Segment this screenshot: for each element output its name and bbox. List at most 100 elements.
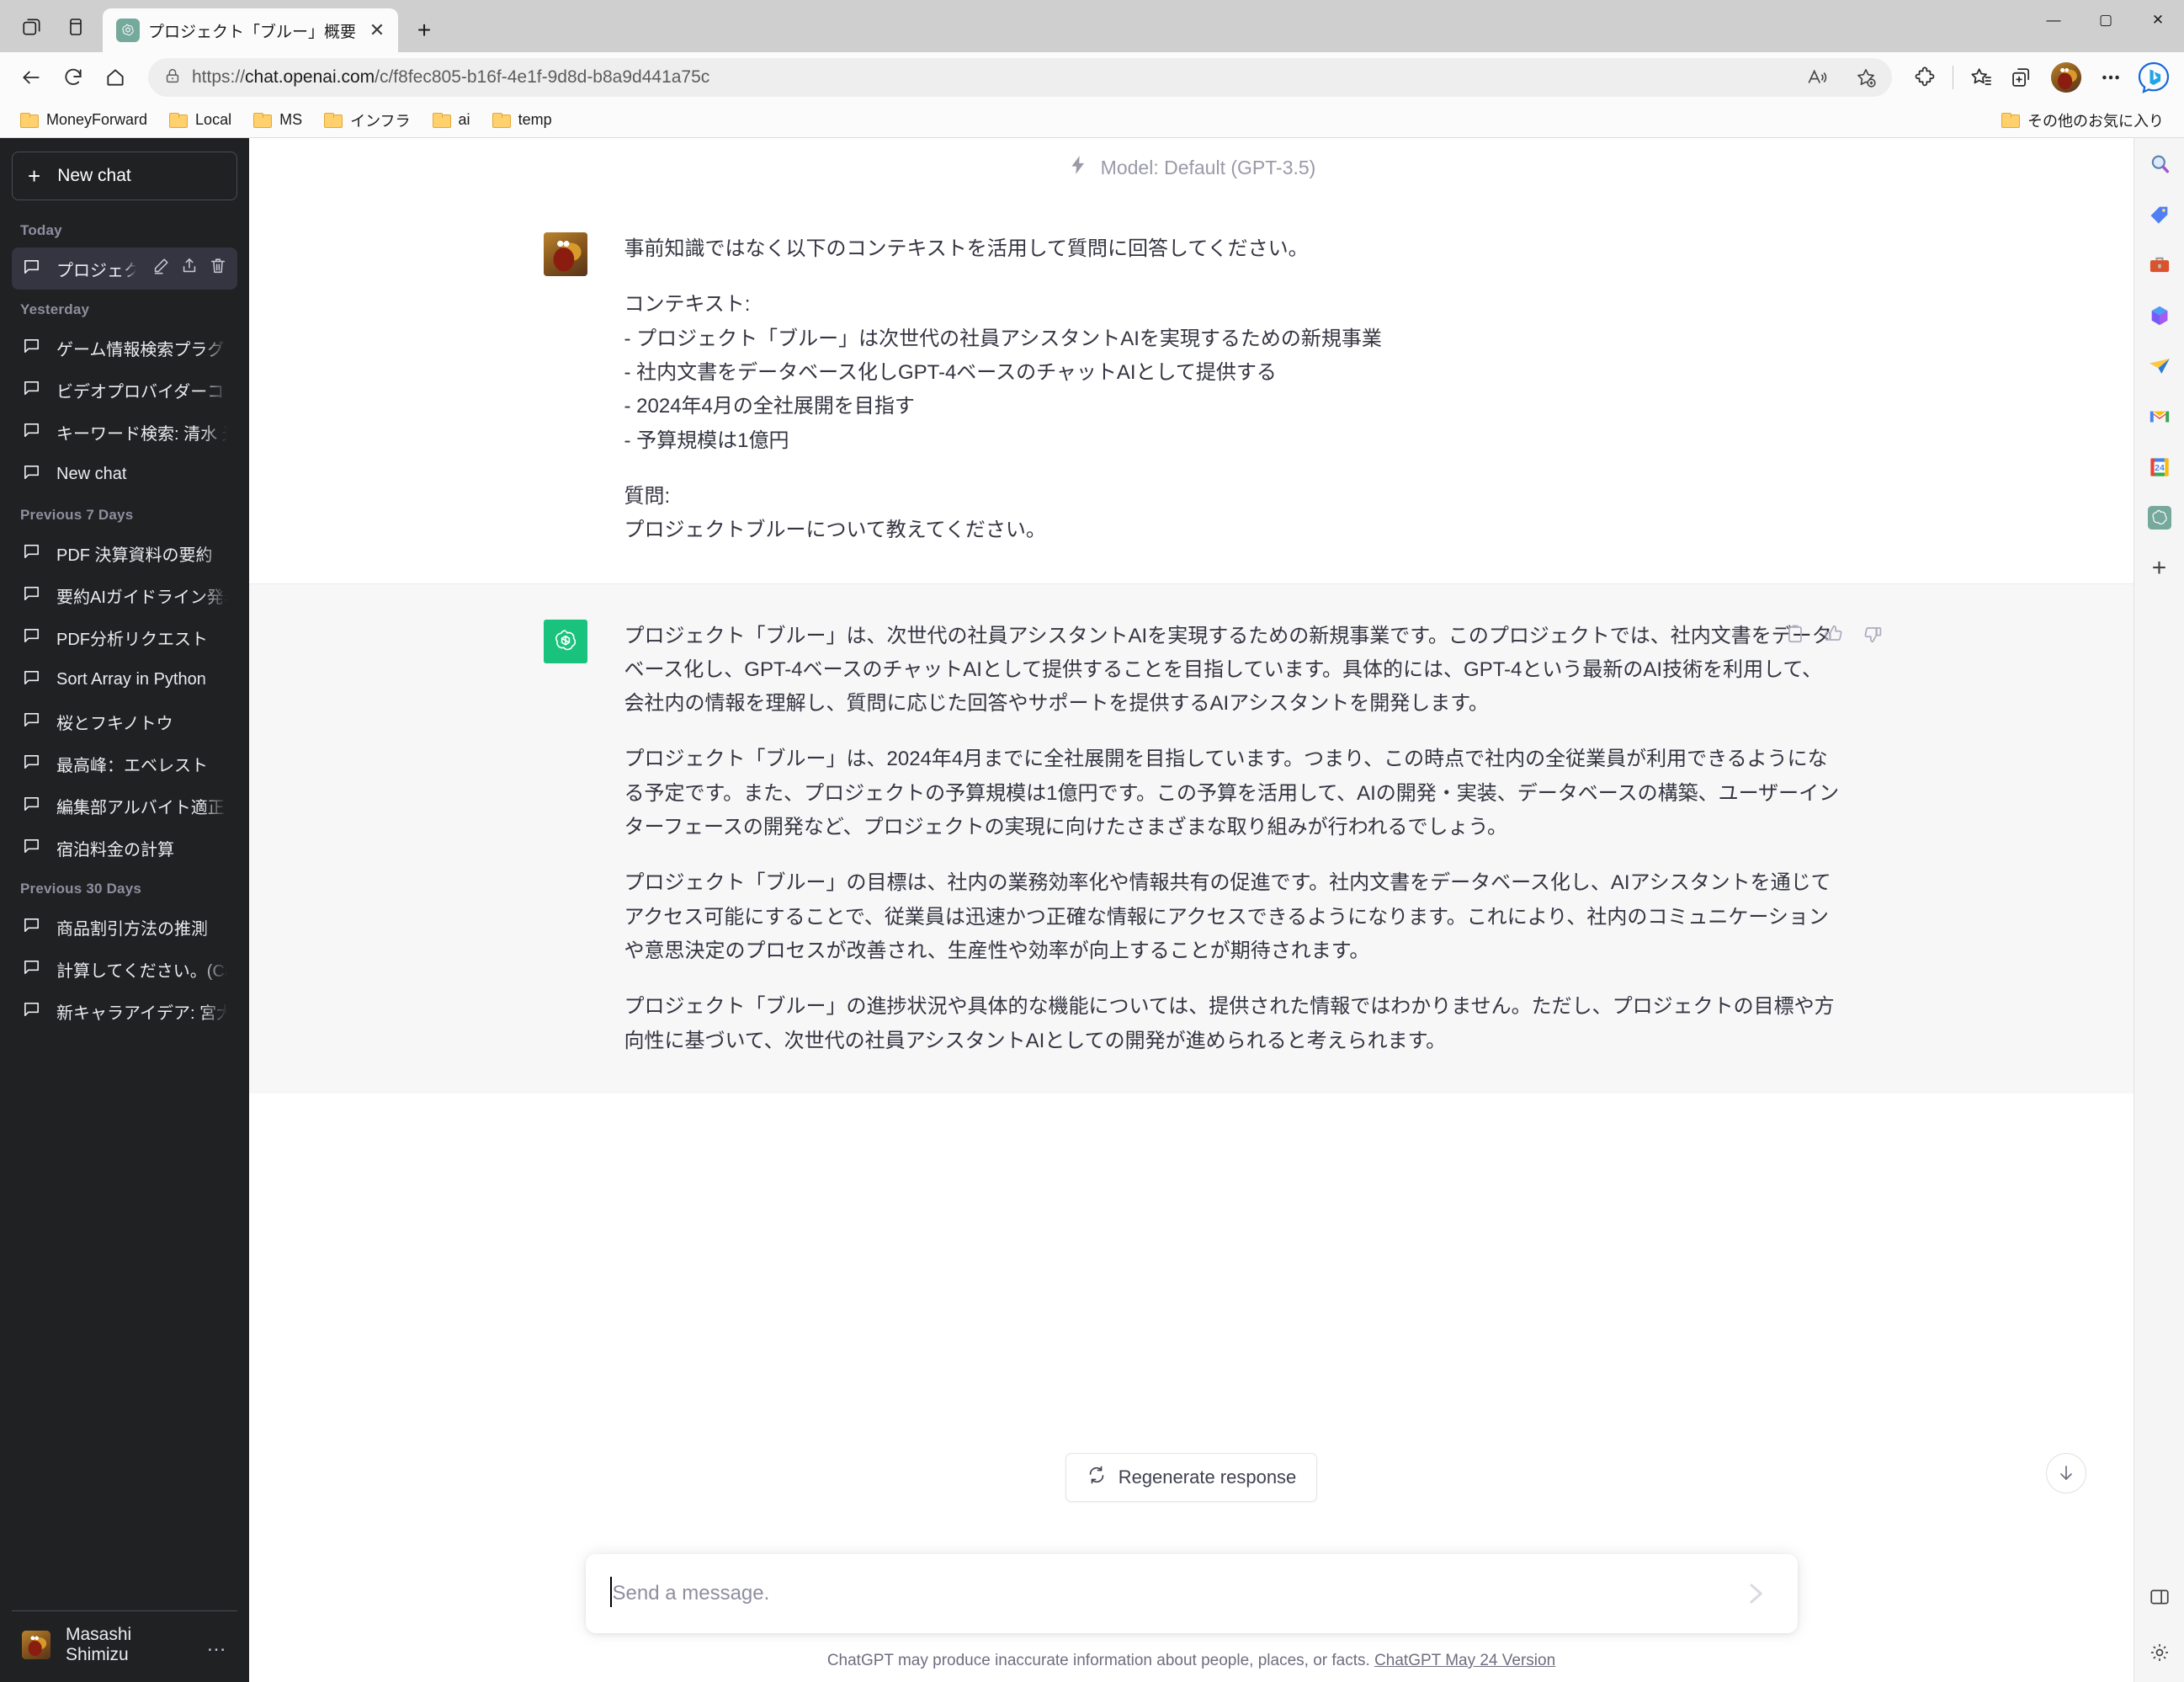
new-chat-button[interactable]: + New chat — [12, 152, 237, 200]
user-line: コンテキスト: — [624, 293, 751, 317]
address-bar[interactable]: https://chat.openai.com/c/f8fec805-b16f-… — [148, 58, 1892, 97]
chat-bubble-icon — [22, 462, 41, 487]
new-tab-button[interactable]: + — [407, 13, 442, 48]
user-line: - 予算規模は1億円 — [624, 428, 789, 452]
chat-item-actions — [151, 257, 227, 280]
chat-bubble-icon — [22, 794, 41, 818]
message-assistant: プロジェクト「ブルー」は、次世代の社員アシスタントAIを実現するための新規事業で… — [249, 583, 2134, 1094]
google-calendar-icon[interactable]: 24 — [2144, 451, 2176, 483]
gmail-icon[interactable] — [2144, 401, 2176, 433]
home-icon[interactable] — [96, 58, 135, 97]
bookmark-label: Local — [195, 111, 232, 128]
version-link[interactable]: ChatGPT May 24 Version — [1374, 1652, 1555, 1669]
collections-icon[interactable] — [2002, 58, 2041, 97]
settings-more-icon[interactable] — [2091, 58, 2130, 97]
window-close-button[interactable]: ✕ — [2132, 0, 2184, 40]
chat-item-label: 桜とフキノトウ — [56, 714, 173, 733]
add-favorite-icon[interactable] — [1847, 58, 1885, 97]
close-icon[interactable]: ✕ — [364, 18, 390, 43]
extensions-icon[interactable] — [1905, 58, 1944, 97]
message-user: 事前知識ではなく以下のコンテキストを活用して質問に回答してください。 コンテキス… — [249, 197, 2134, 584]
settings-gear-icon[interactable] — [2144, 1637, 2176, 1669]
message-input[interactable]: Send a message. — [609, 1577, 1737, 1607]
disclaimer-sentence: ChatGPT may produce inaccurate informati… — [826, 1652, 1375, 1669]
page-viewport: + New chat Today プロジェクト「ブルー」概要 — [0, 138, 2184, 1682]
read-aloud-icon[interactable] — [1798, 58, 1836, 97]
chat-bubble-icon — [22, 957, 41, 982]
microsoft-365-icon[interactable] — [2144, 300, 2176, 332]
url-text: https://chat.openai.com/c/f8fec805-b16f-… — [192, 67, 710, 87]
edit-icon[interactable] — [151, 257, 170, 280]
bookmark-item[interactable]: temp — [484, 108, 561, 132]
bookmark-item[interactable]: Local — [161, 108, 240, 132]
chat-bubble-icon — [22, 999, 41, 1024]
sidebar-chat-item[interactable]: 要約AIガイドライン発表 — [12, 574, 237, 616]
bookmark-label: temp — [518, 111, 552, 128]
delete-icon[interactable] — [209, 257, 227, 280]
assistant-paragraph: プロジェクト「ブルー」は、2024年4月までに全社展開を目指しています。つまり、… — [624, 748, 1840, 839]
sidebar-chat-item[interactable]: New chat — [12, 453, 237, 495]
sidebar-chat-item[interactable]: Sort Array in Python — [12, 658, 237, 700]
browser-tab[interactable]: プロジェクト「ブルー」概要 ✕ — [103, 8, 399, 52]
minimize-button[interactable]: — — [2027, 0, 2080, 40]
chat-main: Model: Default (GPT-3.5) 事前知識ではなく以下のコンテキ… — [249, 138, 2134, 1682]
sidebar-chat-item-active[interactable]: プロジェクト「ブルー」概要 — [12, 248, 237, 290]
chat-history-list[interactable]: Today プロジェクト「ブルー」概要 — [0, 210, 249, 1604]
share-icon[interactable] — [180, 257, 199, 280]
folder-icon — [169, 112, 189, 128]
shopping-tag-icon[interactable] — [2144, 199, 2176, 231]
sidebar-chat-item[interactable]: 最高峰：エベレスト — [12, 743, 237, 785]
sidebar-chat-item[interactable]: 編集部アルバイト適正 — [12, 785, 237, 827]
scroll-to-bottom-button[interactable] — [2046, 1453, 2086, 1493]
message-composer[interactable]: Send a message. — [585, 1554, 1798, 1633]
user-account-button[interactable]: Masashi Shimizu … — [12, 1621, 237, 1669]
sidebar-chat-item[interactable]: 新キャラアイデア: 宮大工動物王子 — [12, 990, 237, 1032]
split-screen-icon[interactable] — [2144, 1581, 2176, 1613]
outlook-send-icon[interactable] — [2144, 350, 2176, 382]
thumbs-down-icon[interactable] — [1862, 623, 1884, 649]
sidebar-chat-item[interactable]: 商品割引方法の推測 — [12, 906, 237, 948]
bookmark-item[interactable]: ai — [424, 108, 479, 132]
chat-bubble-icon — [22, 378, 41, 402]
send-arrow-icon[interactable] — [1737, 1575, 1774, 1612]
other-favorites-button[interactable]: その他のお気に入り — [1993, 106, 2172, 135]
favorites-icon[interactable] — [1962, 58, 2001, 97]
chat-bubble-icon — [22, 668, 41, 692]
bookmark-item[interactable]: MS — [245, 108, 311, 132]
sidebar-chat-item[interactable]: 計算してください。(Calculate, ple — [12, 948, 237, 990]
regenerate-label: Regenerate response — [1118, 1466, 1297, 1488]
bing-copilot-icon[interactable] — [2132, 56, 2176, 99]
user-menu-icon[interactable]: … — [206, 1633, 227, 1657]
svg-text:24: 24 — [2155, 463, 2165, 473]
sidebar-chat-item[interactable]: 桜とフキノトウ — [12, 700, 237, 743]
folder-icon — [492, 112, 511, 128]
bookmark-item[interactable]: インフラ — [316, 106, 418, 135]
back-icon[interactable] — [12, 58, 50, 97]
tab-actions-icon[interactable] — [10, 5, 54, 49]
search-icon[interactable] — [2144, 148, 2176, 180]
chat-bubble-icon — [22, 625, 41, 650]
model-label: Model: Default (GPT-3.5) — [1100, 156, 1316, 178]
sidebar-chat-item[interactable]: キーワード検索: 清水 光ファイバー — [12, 411, 237, 453]
sidebar-chat-item[interactable]: PDF 決算資料の要約 — [12, 532, 237, 574]
sidebar-chat-item[interactable]: 宿泊料金の計算 — [12, 827, 237, 869]
sidebar-chat-item[interactable]: PDF分析リクエスト — [12, 616, 237, 658]
chatgpt-app-icon[interactable] — [2144, 502, 2176, 534]
folder-icon — [324, 112, 343, 128]
message-thread[interactable]: 事前知識ではなく以下のコンテキストを活用して質問に回答してください。 コンテキス… — [249, 197, 2134, 1554]
add-app-icon[interactable]: + — [2144, 552, 2176, 584]
thumbs-up-icon[interactable] — [1823, 623, 1845, 649]
vertical-tabs-icon[interactable] — [54, 5, 98, 49]
model-indicator: Model: Default (GPT-3.5) — [249, 138, 2134, 197]
refresh-icon[interactable] — [54, 58, 93, 97]
history-group-label: Today — [20, 222, 62, 238]
maximize-button[interactable]: ▢ — [2080, 0, 2132, 40]
sidebar-chat-item[interactable]: ビデオプロバイダーコンテンツ取得 — [12, 369, 237, 411]
sidebar-chat-item[interactable]: ゲーム情報検索プラグイン — [12, 327, 237, 369]
regenerate-response-button[interactable]: Regenerate response — [1065, 1453, 1318, 1502]
profile-avatar[interactable] — [2051, 62, 2081, 93]
copy-icon[interactable] — [1784, 623, 1806, 649]
tools-briefcase-icon[interactable] — [2144, 249, 2176, 281]
bookmark-item[interactable]: MoneyForward — [12, 108, 156, 132]
chat-item-label: 商品割引方法の推測 — [56, 919, 208, 939]
